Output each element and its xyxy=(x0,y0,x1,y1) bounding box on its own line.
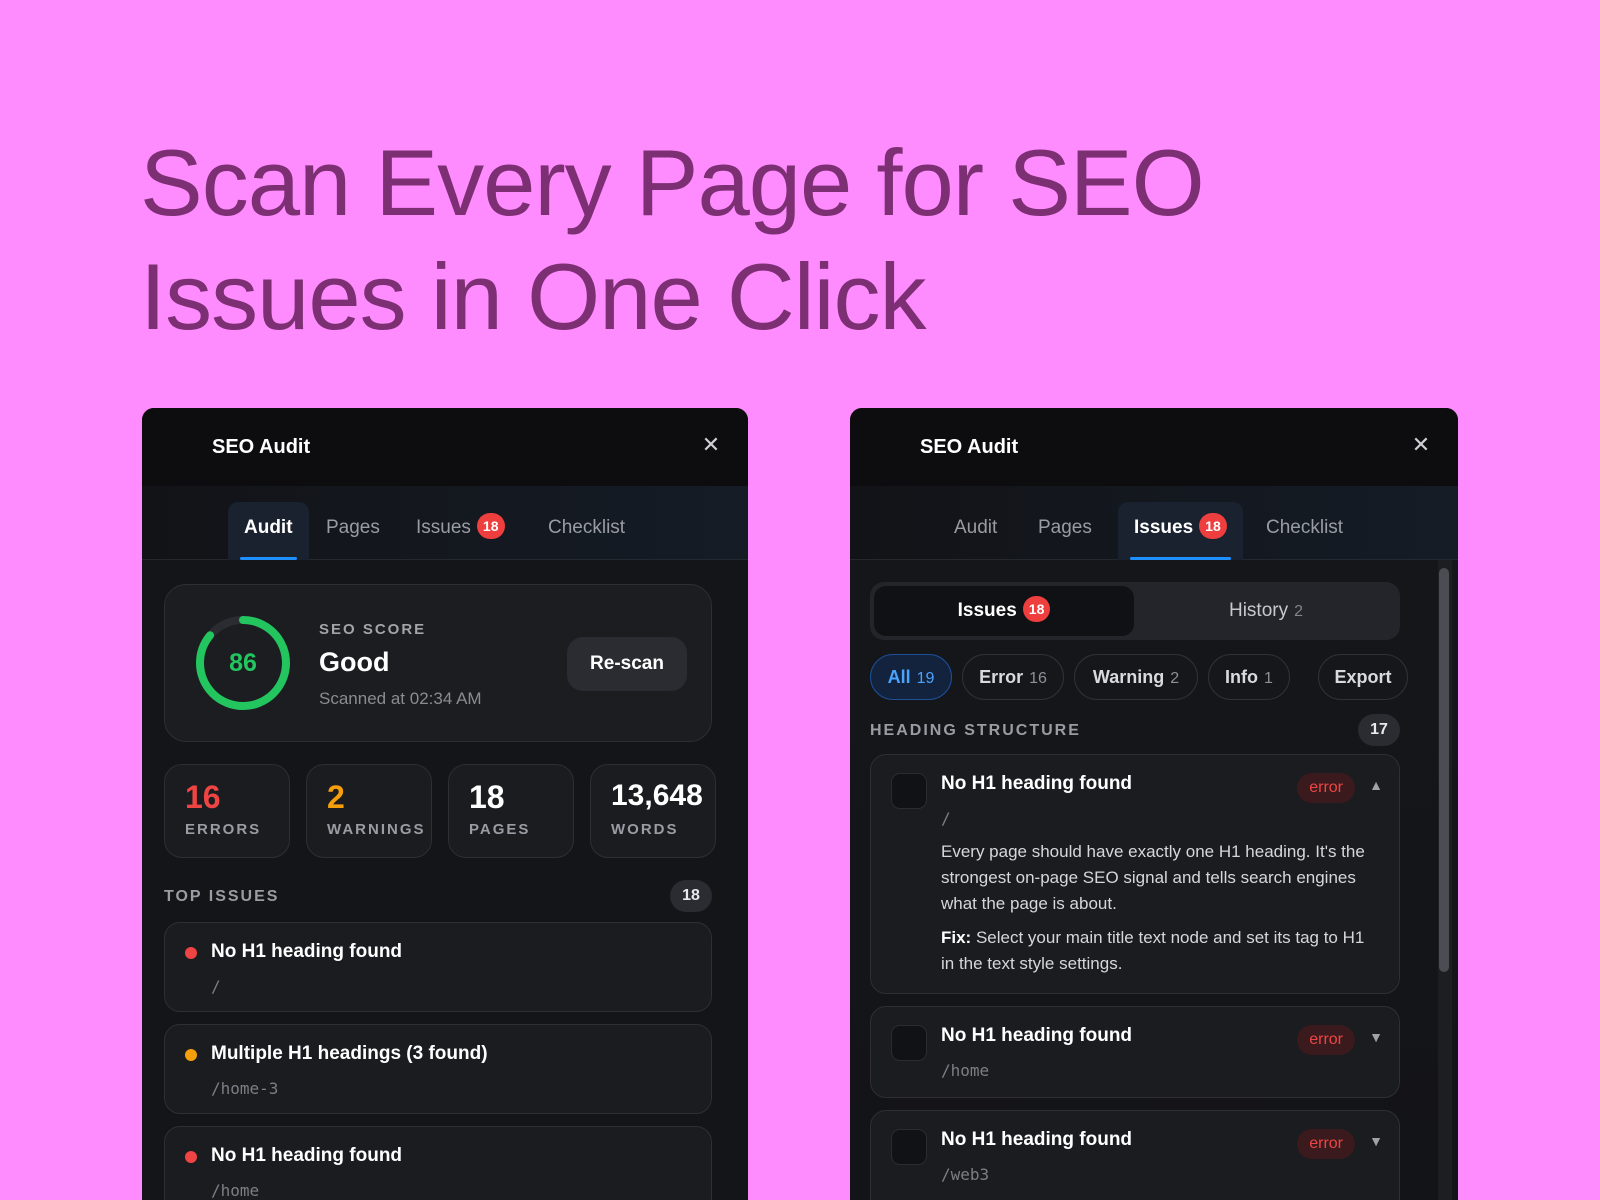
heading-structure-count: 17 xyxy=(1358,714,1400,746)
headline-line-2: Issues in One Click xyxy=(140,244,927,349)
issue-checkbox[interactable] xyxy=(891,1129,927,1165)
filter-all[interactable]: All 19 xyxy=(870,654,952,700)
issue-title: Multiple H1 headings (3 found) xyxy=(211,1043,488,1064)
close-icon[interactable]: ✕ xyxy=(700,434,722,456)
issue-path: /home xyxy=(211,1181,260,1200)
issue-title: No H1 heading found xyxy=(211,941,403,962)
chevron-up-icon[interactable]: ▲ xyxy=(1369,777,1383,793)
issue-title: No H1 heading found xyxy=(941,1129,1133,1150)
issue-fix: Fix: Select your main title text node an… xyxy=(941,925,1371,977)
tab-bar: Audit Pages Issues 18 Checklist xyxy=(850,486,1458,560)
filter-warning[interactable]: Warning 2 xyxy=(1074,654,1198,700)
rescan-button[interactable]: Re-scan xyxy=(567,637,687,691)
tab-audit[interactable]: Audit xyxy=(228,502,309,560)
score-value: 86 xyxy=(229,649,257,677)
stat-errors: 16 ERRORS xyxy=(164,764,290,858)
stat-value: 16 xyxy=(185,779,221,815)
issue-title: No H1 heading found xyxy=(941,773,1133,794)
fix-label: Fix: xyxy=(941,928,972,947)
issue-title: No H1 heading found xyxy=(211,1145,403,1166)
issue-item[interactable]: No H1 heading found /home error ▼ xyxy=(870,1006,1400,1098)
stat-label: PAGES xyxy=(469,821,531,838)
warning-dot-icon xyxy=(185,1049,197,1061)
heading-structure-heading: HEADING STRUCTURE xyxy=(870,722,1081,739)
issue-item-expanded[interactable]: No H1 heading found / error ▲ Every page… xyxy=(870,754,1400,994)
tab-pages[interactable]: Pages xyxy=(310,502,396,560)
panel-header: SEO Audit ✕ xyxy=(850,408,1458,486)
score-label: SEO SCORE xyxy=(319,621,427,638)
tab-pages[interactable]: Pages xyxy=(1022,502,1108,560)
issues-count-badge: 18 xyxy=(476,513,505,539)
issue-path: /home-3 xyxy=(211,1079,279,1098)
tab-checklist[interactable]: Checklist xyxy=(532,502,641,560)
tab-issues[interactable]: Issues 18 xyxy=(400,502,521,560)
issue-checkbox[interactable] xyxy=(891,1025,927,1061)
error-dot-icon xyxy=(185,1151,197,1163)
tab-checklist[interactable]: Checklist xyxy=(1250,502,1359,560)
issue-path: / xyxy=(941,809,951,828)
fix-text: Select your main title text node and set… xyxy=(941,928,1365,973)
seo-audit-panel-audit: SEO Audit ✕ Audit Pages Issues 18 Checkli… xyxy=(142,408,748,1200)
issues-history-toggle: Issues 18 History 2 xyxy=(870,582,1400,640)
issue-item[interactable]: No H1 heading found / xyxy=(164,922,712,1012)
history-count: 2 xyxy=(1294,603,1304,620)
issue-item[interactable]: No H1 heading found /home xyxy=(164,1126,712,1200)
panel-body: Issues 18 History 2 All 19 Error 16 Warning 2… xyxy=(850,560,1458,1200)
panel-title: SEO Audit xyxy=(920,436,1019,458)
severity-badge: error xyxy=(1297,1025,1355,1055)
issue-item[interactable]: No H1 heading found /web3 error ▼ xyxy=(870,1110,1400,1200)
stat-value: 2 xyxy=(327,779,345,815)
filter-error[interactable]: Error 16 xyxy=(962,654,1064,700)
segment-issues[interactable]: Issues 18 xyxy=(874,586,1134,636)
page-headline: Scan Every Page for SEO Issues in One Cl… xyxy=(140,126,1340,354)
stat-words: 13,648 WORDS xyxy=(590,764,716,858)
panel-header: SEO Audit ✕ xyxy=(142,408,748,486)
headline-line-1: Scan Every Page for SEO xyxy=(140,130,1205,235)
score-status: Good xyxy=(319,647,390,677)
issue-checkbox[interactable] xyxy=(891,773,927,809)
scrollbar-thumb[interactable] xyxy=(1439,568,1449,972)
chevron-down-icon[interactable]: ▼ xyxy=(1369,1029,1383,1045)
stat-label: WARNINGS xyxy=(327,821,426,838)
stat-label: ERRORS xyxy=(185,821,262,838)
close-icon[interactable]: ✕ xyxy=(1410,434,1432,456)
stat-warnings: 2 WARNINGS xyxy=(306,764,432,858)
panel-body: 86 SEO SCORE Good Scanned at 02:34 AM Re… xyxy=(142,560,748,1200)
issue-path: /web3 xyxy=(941,1165,990,1184)
stat-value: 18 xyxy=(469,779,505,815)
tab-audit[interactable]: Audit xyxy=(938,502,1013,560)
scan-timestamp: Scanned at 02:34 AM xyxy=(319,689,482,708)
stat-value: 13,648 xyxy=(611,779,703,812)
top-issues-heading: TOP ISSUES xyxy=(164,888,280,905)
segment-history[interactable]: History 2 xyxy=(1136,586,1396,636)
issue-item[interactable]: Multiple H1 headings (3 found) /home-3 xyxy=(164,1024,712,1114)
stat-label: WORDS xyxy=(611,821,679,838)
top-issues-count: 18 xyxy=(670,880,712,912)
export-button[interactable]: Export xyxy=(1318,654,1408,700)
tab-issues[interactable]: Issues 18 xyxy=(1118,502,1243,560)
error-dot-icon xyxy=(185,947,197,959)
issue-path: /home xyxy=(941,1061,990,1080)
filter-info[interactable]: Info 1 xyxy=(1208,654,1290,700)
chevron-down-icon[interactable]: ▼ xyxy=(1369,1133,1383,1149)
severity-badge: error xyxy=(1297,1129,1355,1159)
issues-count-badge: 18 xyxy=(1199,513,1227,539)
severity-badge: error xyxy=(1297,773,1355,803)
panel-title: SEO Audit xyxy=(212,436,311,458)
issue-title: No H1 heading found xyxy=(941,1025,1133,1046)
issue-description: Every page should have exactly one H1 he… xyxy=(941,842,1365,913)
stat-pages: 18 PAGES xyxy=(448,764,574,858)
issue-path: / xyxy=(211,977,221,996)
seo-score-card: 86 SEO SCORE Good Scanned at 02:34 AM Re… xyxy=(164,584,712,742)
seo-audit-panel-issues: SEO Audit ✕ Audit Pages Issues 18 Checkli… xyxy=(850,408,1458,1200)
tab-bar: Audit Pages Issues 18 Checklist xyxy=(142,486,748,560)
issues-count-badge: 18 xyxy=(1022,596,1051,622)
